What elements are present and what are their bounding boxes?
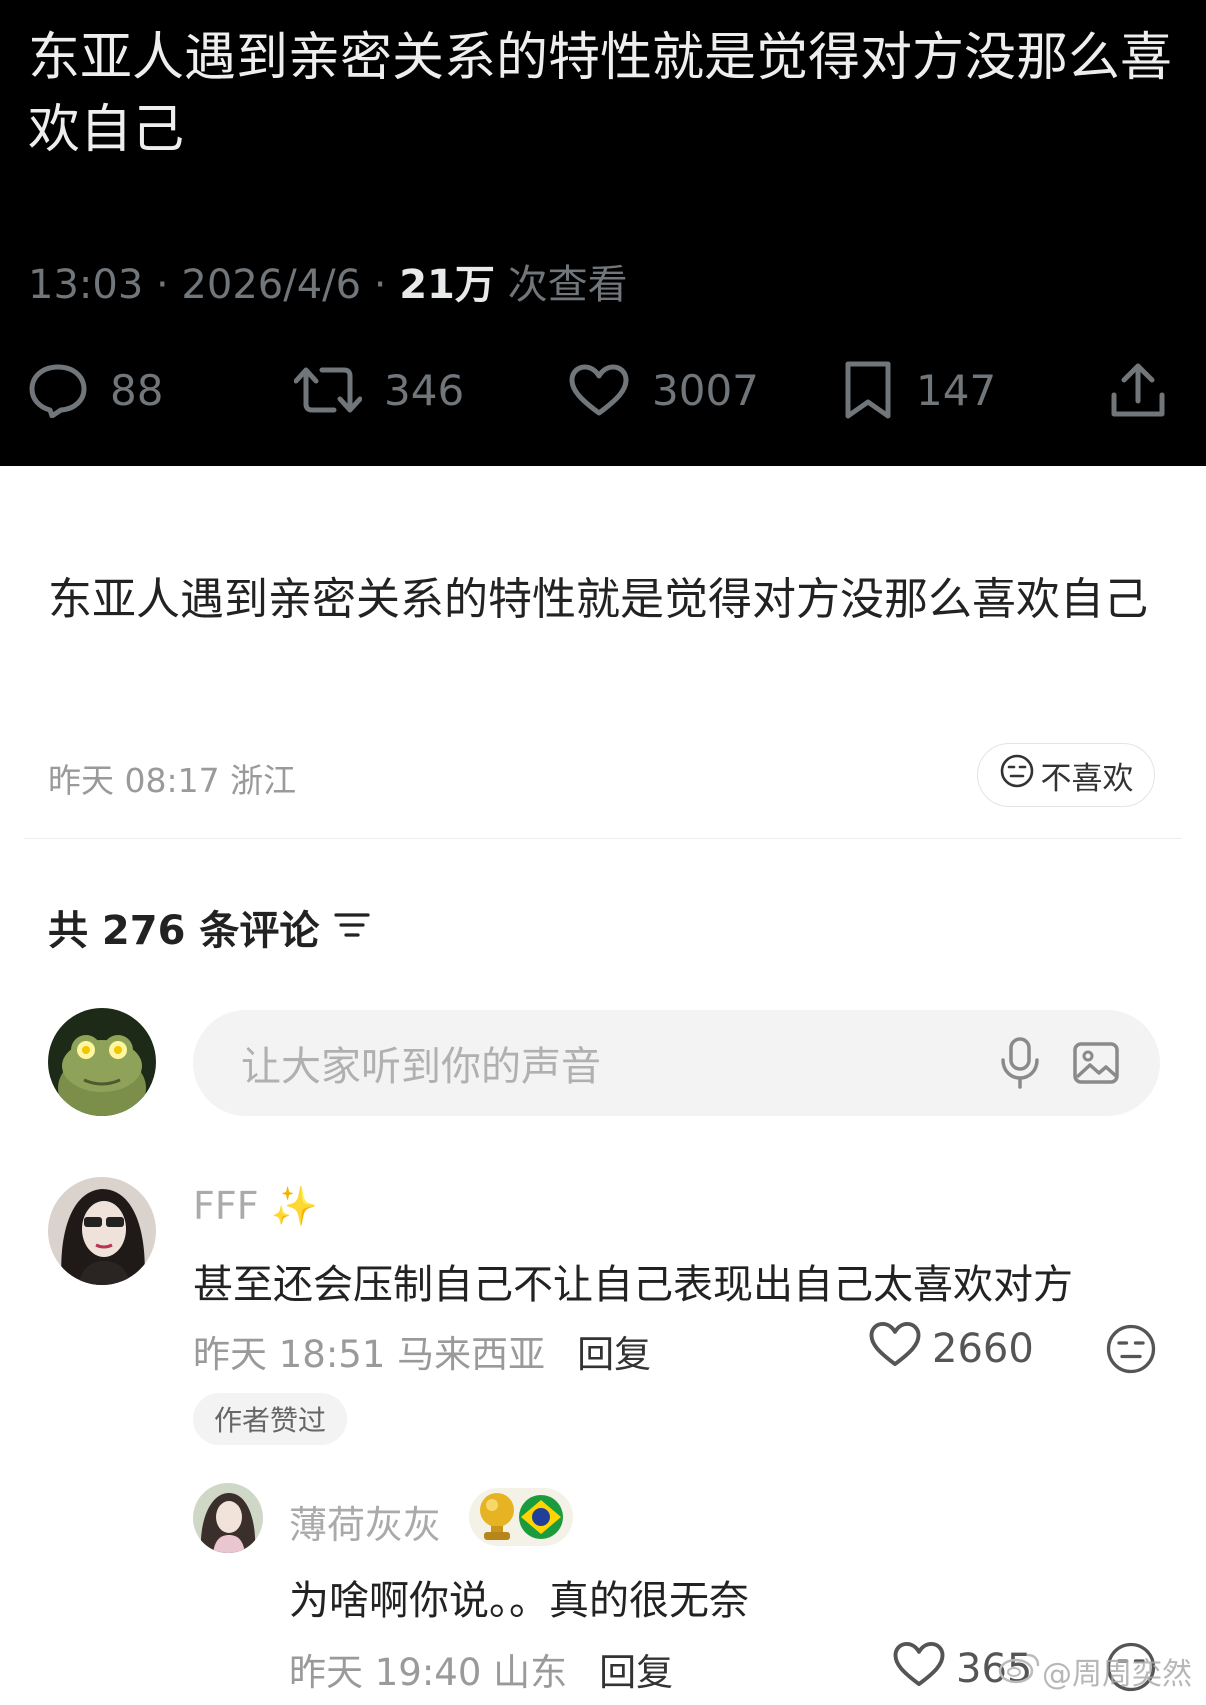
tweet-meta: 13:03 · 2026/4/6 · 21万 次查看 xyxy=(28,252,628,310)
bookmark-icon xyxy=(842,360,894,420)
post-meta: 昨天 08:17 浙江 xyxy=(48,761,297,800)
dislike-button[interactable]: 不喜欢 xyxy=(977,743,1155,807)
comment-username[interactable]: FFF ✨ xyxy=(193,1184,318,1229)
trophy-icon xyxy=(480,1493,514,1540)
comment-dislike-button[interactable] xyxy=(1104,1322,1158,1380)
comment-meta: 昨天 18:51 马来西亚 回复 xyxy=(193,1324,651,1378)
share-icon xyxy=(1110,361,1166,419)
post-text: 东亚人遇到亲密关系的特性就是觉得对方没那么喜欢自己 xyxy=(48,574,1148,625)
reply-stat[interactable]: 88 xyxy=(28,352,163,428)
image-icon[interactable] xyxy=(1072,1039,1120,1087)
tweet-text: 东亚人遇到亲密关系的特性就是觉得对方没那么喜欢自己 xyxy=(28,28,1173,160)
commenter-avatar[interactable] xyxy=(48,1177,156,1285)
author-liked-badge: 作者赞过 xyxy=(193,1393,347,1445)
comment-input[interactable]: 让大家听到你的声音 xyxy=(193,1010,1160,1116)
tweet-views-number: 21万 xyxy=(399,262,495,308)
my-avatar[interactable] xyxy=(48,1008,156,1116)
comment-text: 甚至还会压制自己不让自己表现出自己太喜欢对方 xyxy=(193,1262,1073,1308)
reply-user-badges xyxy=(469,1486,573,1552)
tweet-views-label: 次查看 xyxy=(494,262,628,308)
reply-count: 88 xyxy=(110,365,164,415)
dislike-label: 不喜欢 xyxy=(1040,760,1134,797)
reply-meta: 昨天 19:40 山东 回复 xyxy=(289,1642,673,1696)
neutral-face-icon xyxy=(1104,1324,1158,1380)
tweet-panel: 东亚人遇到亲密关系的特性就是觉得对方没那么喜欢自己 13:03 · 2026/4… xyxy=(0,0,1206,466)
sparkles-emoji: ✨ xyxy=(270,1184,318,1228)
bookmark-stat[interactable]: 147 xyxy=(842,352,996,428)
divider xyxy=(24,838,1182,839)
reply-time: 昨天 19:40 山东 xyxy=(289,1651,568,1694)
comments-count-label: 共 276 条评论 xyxy=(48,908,320,954)
heart-icon xyxy=(868,1320,922,1378)
comment-icon xyxy=(28,362,88,418)
bookmark-count: 147 xyxy=(916,365,997,415)
comment-input-placeholder: 让大家听到你的声音 xyxy=(241,1044,601,1090)
comment-time: 昨天 18:51 马来西亚 xyxy=(193,1333,546,1376)
reply-avatar[interactable] xyxy=(193,1483,263,1553)
comment-like-count: 2660 xyxy=(932,1326,1034,1372)
brazil-flag-icon xyxy=(519,1495,563,1539)
sort-icon[interactable] xyxy=(319,904,371,950)
tweet-time: 13:03 · 2026/4/6 · xyxy=(28,262,400,308)
reply-button[interactable]: 回复 xyxy=(599,1651,673,1694)
retweet-count: 346 xyxy=(384,365,465,415)
watermark: @周周奕然 xyxy=(998,1649,1192,1693)
like-count: 3007 xyxy=(652,365,759,415)
comment-username-text: FFF xyxy=(193,1184,259,1228)
neutral-face-icon xyxy=(999,753,1041,797)
watermark-text: @周周奕然 xyxy=(1042,1657,1192,1692)
microphone-icon[interactable] xyxy=(998,1036,1042,1090)
retweet-icon xyxy=(294,364,362,416)
comment-like-button[interactable]: 2660 xyxy=(868,1320,1034,1378)
like-stat[interactable]: 3007 xyxy=(568,352,759,428)
retweet-stat[interactable]: 346 xyxy=(294,352,464,428)
reply-username[interactable]: 薄荷灰灰 xyxy=(289,1494,441,1549)
heart-icon xyxy=(568,363,630,417)
comments-header[interactable]: 共 276 条评论 xyxy=(48,898,371,956)
weibo-logo-icon xyxy=(998,1649,1042,1693)
share-button[interactable] xyxy=(1110,352,1166,428)
reply-button[interactable]: 回复 xyxy=(577,1333,651,1376)
heart-icon xyxy=(892,1640,946,1698)
reply-text: 为啥啊你说。。真的很无奈 xyxy=(289,1578,749,1624)
